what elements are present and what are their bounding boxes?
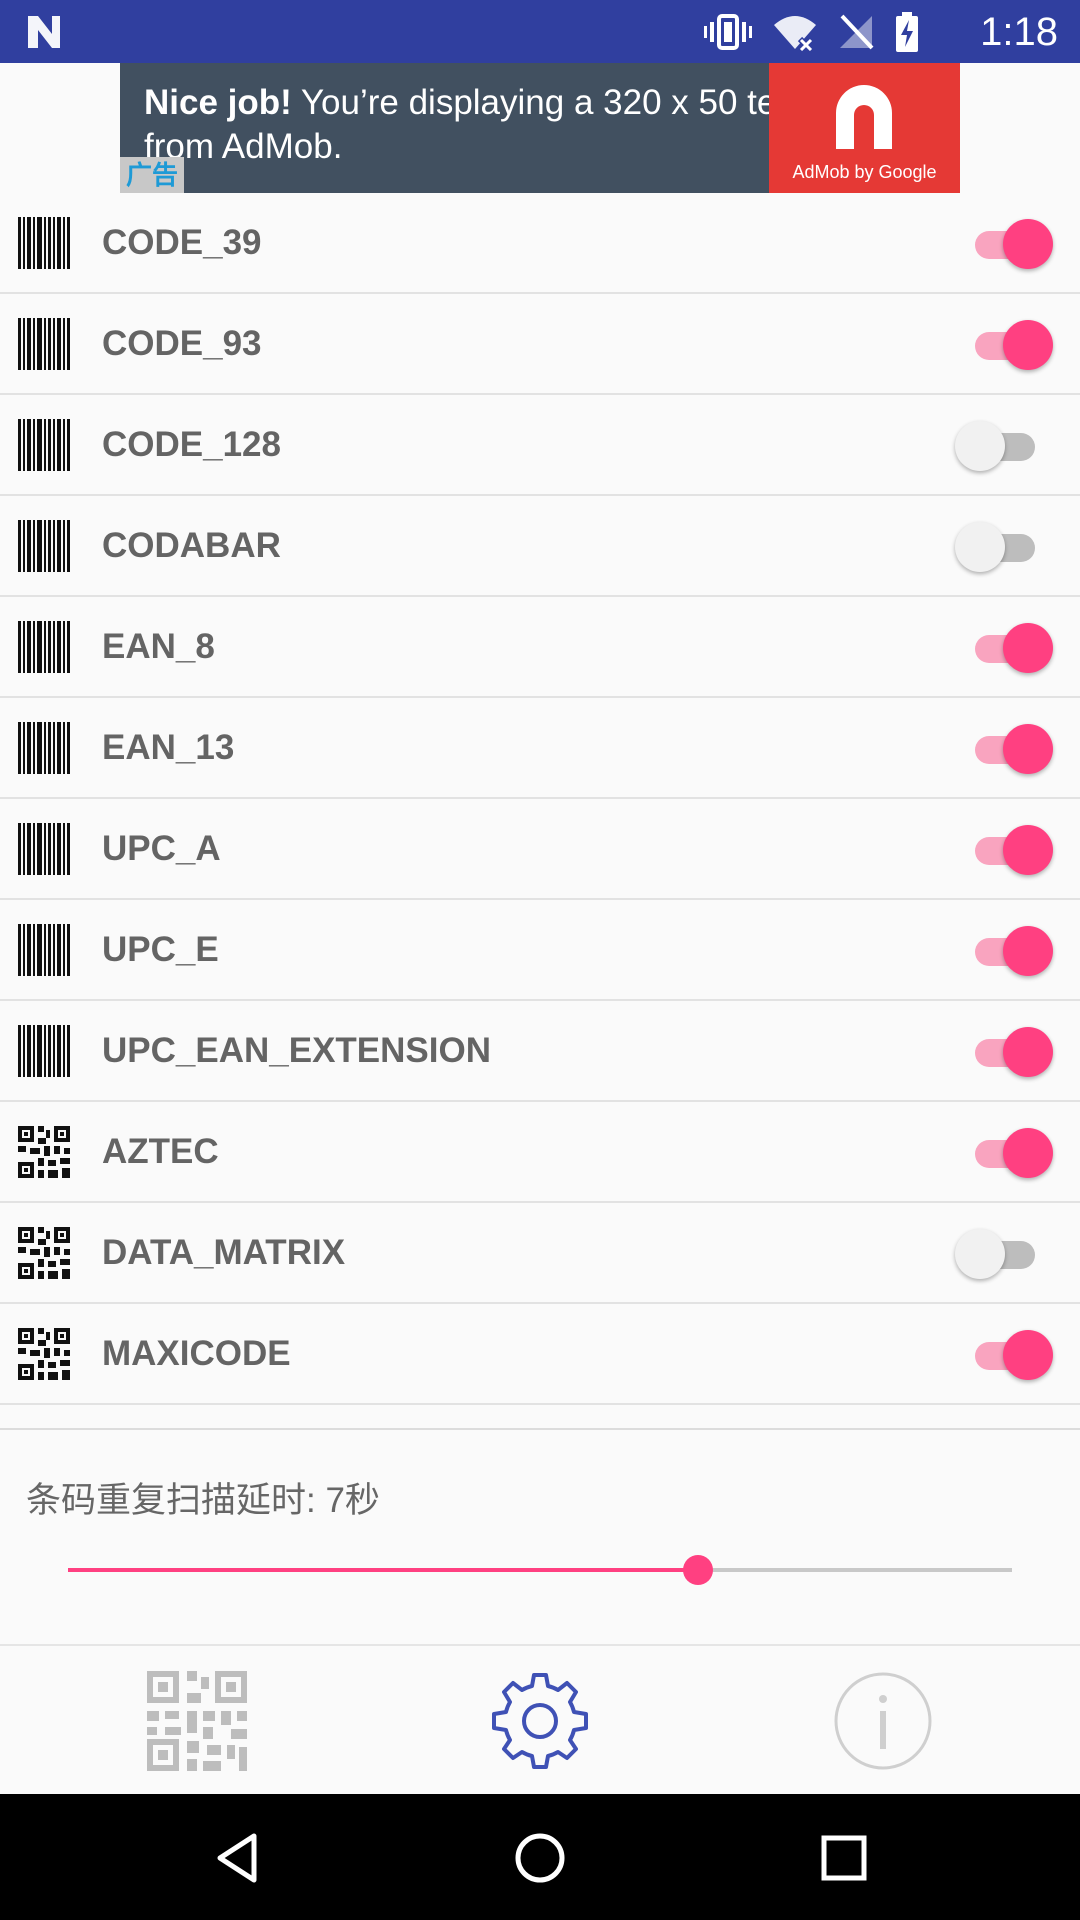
format-toggle[interactable]: [955, 926, 1055, 976]
scan-delay-slider[interactable]: [68, 1550, 1012, 1590]
format-toggle[interactable]: [955, 1128, 1055, 1178]
list-item[interactable]: [0, 1405, 1080, 1428]
battery-charging-icon: [896, 12, 918, 52]
nav-info-button[interactable]: [833, 1671, 933, 1771]
qr-code-icon: [18, 1227, 70, 1279]
barcode-icon: [18, 318, 70, 370]
list-item[interactable]: EAN_8: [0, 597, 1080, 698]
format-label: EAN_13: [102, 728, 235, 767]
ad-banner[interactable]: Nice job! You’re displaying a 320 x 50 t…: [120, 63, 960, 193]
list-item[interactable]: EAN_13: [0, 698, 1080, 799]
format-label: CODE_93: [102, 324, 262, 363]
barcode-icon: [18, 217, 70, 269]
format-label: UPC_A: [102, 829, 221, 868]
toggle-thumb: [1003, 320, 1053, 370]
barcode-format-list[interactable]: CODE_39 CODE_93 CODE_128 CODABAR EAN_8 EAN_13…: [0, 193, 1080, 1428]
format-label: CODABAR: [102, 526, 281, 565]
vibrate-icon: [704, 14, 752, 50]
barcode-icon: [18, 419, 70, 471]
barcode-icon: [18, 520, 70, 572]
format-toggle[interactable]: [955, 219, 1055, 269]
toggle-thumb: [1003, 926, 1053, 976]
format-label: CODE_128: [102, 425, 281, 464]
gear-icon: [492, 1673, 588, 1769]
format-label: UPC_EAN_EXTENSION: [102, 1031, 491, 1070]
format-toggle[interactable]: [955, 825, 1055, 875]
format-label: CODE_39: [102, 223, 262, 262]
ad-text: Nice job! You’re displaying a 320 x 50 t…: [144, 81, 864, 169]
format-label: UPC_E: [102, 930, 219, 969]
format-label: MAXICODE: [102, 1334, 291, 1373]
nav-scan-button[interactable]: [147, 1671, 247, 1771]
barcode-icon: [18, 823, 70, 875]
list-item[interactable]: UPC_E: [0, 900, 1080, 1001]
toggle-thumb: [1003, 825, 1053, 875]
format-label: DATA_MATRIX: [102, 1233, 346, 1272]
format-toggle[interactable]: [955, 623, 1055, 673]
qr-code-icon: [18, 1126, 70, 1178]
ad-headline: Nice job!: [144, 83, 292, 122]
list-item[interactable]: UPC_EAN_EXTENSION: [0, 1001, 1080, 1102]
qr-code-icon: [147, 1671, 247, 1771]
bottom-navigation: [0, 1644, 1080, 1796]
back-icon[interactable]: [212, 1832, 264, 1884]
format-toggle[interactable]: [955, 522, 1055, 572]
ad-brand: AdMob by Google: [792, 162, 937, 182]
format-toggle[interactable]: [955, 1229, 1055, 1279]
ad-label: 广告: [120, 157, 184, 193]
system-navigation-bar: [0, 1794, 1080, 1920]
format-toggle[interactable]: [955, 1027, 1055, 1077]
list-item[interactable]: CODE_39: [0, 193, 1080, 294]
list-item[interactable]: CODE_128: [0, 395, 1080, 496]
status-bar: 1:18: [0, 0, 1080, 63]
toggle-thumb: [1003, 1027, 1053, 1077]
toggle-thumb: [1003, 623, 1053, 673]
scan-delay-label: 条码重复扫描延时: 7秒: [26, 1481, 380, 1520]
scan-delay-panel: 条码重复扫描延时: 7秒: [0, 1428, 1080, 1646]
barcode-icon: [18, 621, 70, 673]
nav-settings-button[interactable]: [490, 1671, 590, 1771]
barcode-icon: [18, 1025, 70, 1077]
admob-icon: [836, 85, 892, 149]
toggle-thumb: [1003, 1128, 1053, 1178]
toggle-thumb: [1003, 219, 1053, 269]
qr-code-icon: [18, 1328, 70, 1380]
notification-logo-icon: [28, 16, 60, 48]
barcode-icon: [18, 924, 70, 976]
format-toggle[interactable]: [955, 724, 1055, 774]
list-item[interactable]: MAXICODE: [0, 1304, 1080, 1405]
format-label: AZTEC: [102, 1132, 219, 1171]
format-label: EAN_8: [102, 627, 215, 666]
wifi-off-icon: [774, 16, 816, 51]
list-item[interactable]: UPC_A: [0, 799, 1080, 900]
barcode-icon: [18, 722, 70, 774]
toggle-thumb: [955, 421, 1005, 471]
admob-logo: AdMob by Google: [769, 63, 960, 193]
list-item[interactable]: AZTEC: [0, 1102, 1080, 1203]
slider-thumb[interactable]: [682, 1555, 713, 1585]
no-signal-icon: [840, 14, 874, 50]
toggle-thumb: [955, 1229, 1005, 1279]
toggle-thumb: [1003, 724, 1053, 774]
clock: 1:18: [980, 10, 1058, 54]
toggle-thumb: [1003, 1330, 1053, 1380]
list-item[interactable]: CODE_93: [0, 294, 1080, 395]
slider-fill: [68, 1568, 698, 1572]
list-item[interactable]: DATA_MATRIX: [0, 1203, 1080, 1304]
format-toggle[interactable]: [955, 421, 1055, 471]
format-toggle[interactable]: [955, 1330, 1055, 1380]
home-icon[interactable]: [514, 1832, 566, 1884]
list-item[interactable]: CODABAR: [0, 496, 1080, 597]
recents-icon[interactable]: [818, 1832, 870, 1884]
info-icon: [834, 1672, 932, 1770]
format-toggle[interactable]: [955, 320, 1055, 370]
toggle-thumb: [955, 522, 1005, 572]
